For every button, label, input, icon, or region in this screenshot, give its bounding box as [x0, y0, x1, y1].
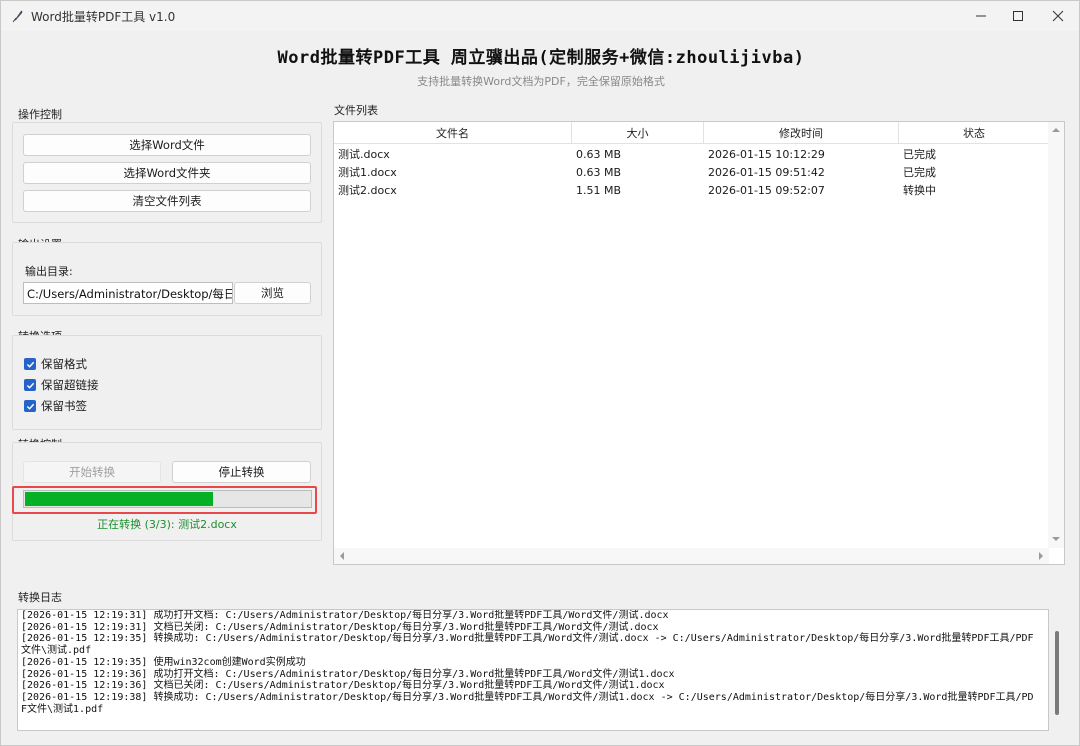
file-modified-cell: 2026-01-15 10:12:29 [708, 147, 825, 161]
table-row[interactable]: 测试2.docx 1.51 MB 2026-01-15 09:52:07 转换中 [334, 181, 1049, 199]
progress-bar [23, 490, 312, 508]
log-label: 转换日志 [18, 591, 62, 604]
log-line: [2026-01-15 12:19:38] 转换成功: C:/Users/Adm… [21, 691, 1034, 715]
minimize-button[interactable] [961, 1, 1001, 31]
checkbox-label: 保留格式 [41, 357, 87, 371]
log-line: [2026-01-15 12:19:36] 文档已关闭: C:/Users/Ad… [21, 680, 665, 692]
file-name-cell: 测试2.docx [338, 184, 397, 197]
select-word-files-button[interactable]: 选择Word文件 [23, 134, 311, 156]
file-list-header: 文件名 大小 修改时间 状态 [334, 122, 1049, 144]
log-scrollbar-thumb[interactable] [1055, 631, 1059, 715]
page-title: Word批量转PDF工具 周立骥出品(定制服务+微信:zhoulijivba) [277, 48, 805, 68]
checkbox-label: 保留超链接 [41, 378, 99, 392]
filelist-label: 文件列表 [334, 104, 378, 117]
checkbox-checked-icon [24, 400, 36, 412]
select-word-folder-button[interactable]: 选择Word文件夹 [23, 162, 311, 184]
file-modified-cell: 2026-01-15 09:52:07 [708, 183, 825, 197]
log-line: [2026-01-15 12:19:35] 转换成功: C:/Users/Adm… [21, 633, 1034, 657]
maximize-button[interactable] [998, 1, 1038, 31]
browse-button[interactable]: 浏览 [234, 282, 311, 304]
scroll-down-icon[interactable] [1051, 534, 1061, 544]
file-modified-cell: 2026-01-15 09:51:42 [708, 165, 825, 179]
close-button[interactable] [1038, 1, 1078, 31]
minimize-icon [976, 15, 986, 17]
operation-group-label: 操作控制 [18, 108, 62, 121]
column-header-name[interactable]: 文件名 [334, 122, 572, 144]
output-dir-label: 输出目录: [25, 265, 73, 278]
close-icon [1052, 10, 1064, 22]
table-row[interactable]: 测试1.docx 0.63 MB 2026-01-15 09:51:42 已完成 [334, 163, 1049, 181]
progress-fill [25, 492, 213, 506]
page-subtitle: 支持批量转换Word文档为PDF，完全保留原始格式 [417, 75, 665, 88]
keep-hyperlinks-checkbox[interactable]: 保留超链接 [24, 377, 99, 393]
checkbox-label: 保留书签 [41, 399, 87, 413]
file-name-cell: 测试1.docx [338, 166, 397, 179]
file-status-cell: 转换中 [903, 184, 936, 197]
log-textarea[interactable]: [2026-01-15 12:19:31] 成功打开文档: C:/Users/A… [17, 609, 1049, 731]
log-line: [2026-01-15 12:19:31] 成功打开文档: C:/Users/A… [21, 610, 669, 621]
keep-format-checkbox[interactable]: 保留格式 [24, 356, 87, 372]
progress-status: 正在转换 (3/3): 测试2.docx [97, 518, 237, 531]
file-list[interactable]: 文件名 大小 修改时间 状态 测试.docx 0.63 MB 2026-01-1… [333, 121, 1065, 565]
keep-bookmarks-checkbox[interactable]: 保留书签 [24, 398, 87, 414]
log-line: [2026-01-15 12:19:31] 文档已关闭: C:/Users/Ad… [21, 621, 659, 633]
stop-convert-button[interactable]: 停止转换 [172, 461, 311, 483]
table-row[interactable]: 测试.docx 0.63 MB 2026-01-15 10:12:29 已完成 [334, 145, 1049, 163]
window-title: Word批量转PDF工具 v1.0 [31, 9, 176, 24]
output-group [12, 242, 322, 316]
clear-file-list-button[interactable]: 清空文件列表 [23, 190, 311, 212]
file-size-cell: 0.63 MB [576, 147, 622, 161]
scroll-right-icon[interactable] [1036, 551, 1046, 561]
scroll-up-icon[interactable] [1051, 125, 1061, 135]
title-bar: Word批量转PDF工具 v1.0 [1, 1, 1079, 31]
feather-icon [12, 10, 23, 23]
column-header-modified[interactable]: 修改时间 [704, 122, 899, 144]
column-header-status[interactable]: 状态 [899, 122, 1049, 144]
vertical-scrollbar[interactable] [1048, 122, 1064, 548]
file-size-cell: 0.63 MB [576, 165, 622, 179]
start-convert-button[interactable]: 开始转换 [23, 461, 161, 483]
checkbox-checked-icon [24, 379, 36, 391]
horizontal-scrollbar[interactable] [334, 548, 1049, 564]
output-dir-input[interactable]: C:/Users/Administrator/Desktop/每日分 [23, 282, 233, 304]
log-line: [2026-01-15 12:19:35] 使用win32com创建Word实例… [21, 656, 306, 668]
file-size-cell: 1.51 MB [576, 183, 622, 197]
scroll-left-icon[interactable] [337, 551, 347, 561]
file-status-cell: 已完成 [903, 148, 936, 161]
app-window: Word批量转PDF工具 v1.0 Word批量转PDF工具 周立骥出品(定制服… [0, 0, 1080, 746]
column-header-size[interactable]: 大小 [572, 122, 704, 144]
file-name-cell: 测试.docx [338, 148, 390, 161]
maximize-icon [1013, 11, 1023, 21]
log-line: [2026-01-15 12:19:36] 成功打开文档: C:/Users/A… [21, 668, 675, 680]
file-status-cell: 已完成 [903, 166, 936, 179]
checkbox-checked-icon [24, 358, 36, 370]
